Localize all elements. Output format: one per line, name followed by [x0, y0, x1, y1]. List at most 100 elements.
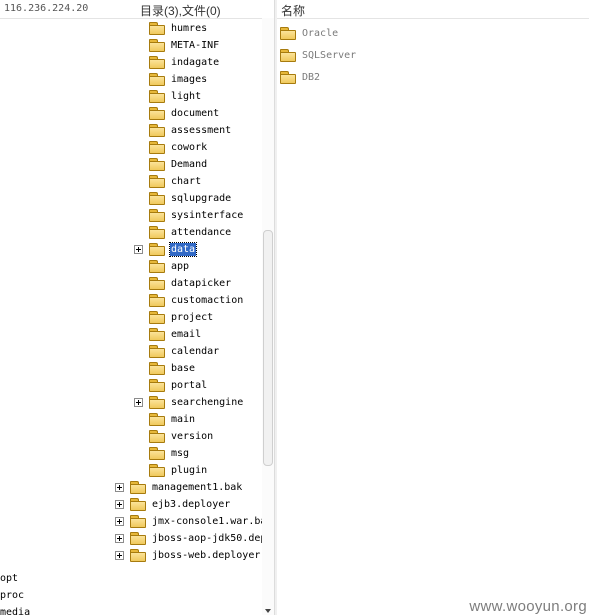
folder-icon	[280, 70, 296, 84]
folder-icon	[149, 39, 165, 52]
tree-folder-item[interactable]: jboss-web.deployer	[115, 547, 261, 564]
file-list-item[interactable]: SQLServer	[280, 46, 357, 64]
tree-folder-item[interactable]: META-INF	[149, 37, 220, 54]
file-list-item[interactable]: Oracle	[280, 24, 339, 42]
folder-label: indagate	[171, 57, 220, 68]
tree-folder-item[interactable]: base	[149, 360, 196, 377]
host-ip-label: 116.236.224.20	[4, 3, 89, 14]
folder-label: images	[171, 74, 208, 85]
folder-label: sysinterface	[171, 210, 244, 221]
tree-folder-item[interactable]: app	[149, 258, 190, 275]
scrollbar-thumb[interactable]	[263, 230, 273, 466]
folder-label: META-INF	[171, 40, 220, 51]
folder-icon	[149, 430, 165, 443]
folder-label: jmx-console1.war.bak	[152, 516, 273, 527]
file-list-item-label: Oracle	[302, 27, 339, 39]
tree-folder-item[interactable]: images	[149, 71, 208, 88]
folder-icon	[149, 328, 165, 341]
folder-label: assessment	[171, 125, 232, 136]
scroll-down-arrow-icon[interactable]	[265, 609, 271, 613]
folder-label: version	[171, 431, 214, 442]
folder-label: searchengine	[171, 397, 244, 408]
tree-folder-item[interactable]: jmx-console1.war.bak	[115, 513, 273, 530]
folder-label: base	[171, 363, 196, 374]
tree-folder-item[interactable]: Demand	[149, 156, 208, 173]
folder-icon	[149, 277, 165, 290]
expand-plus-icon[interactable]	[115, 517, 124, 526]
folder-icon	[149, 56, 165, 69]
expand-plus-icon[interactable]	[115, 500, 124, 509]
folder-icon	[130, 549, 146, 562]
tree-folder-item[interactable]: main	[149, 411, 196, 428]
folder-label: customaction	[171, 295, 244, 306]
tree-folder-item[interactable]: chart	[149, 173, 202, 190]
folder-icon	[280, 48, 296, 62]
tree-scrollbar[interactable]	[262, 18, 274, 615]
folder-icon	[149, 379, 165, 392]
folder-label: sqlupgrade	[171, 193, 232, 204]
folder-label: plugin	[171, 465, 208, 476]
tree-folder-item[interactable]: customaction	[149, 292, 244, 309]
tree-folder-item[interactable]: version	[149, 428, 214, 445]
folder-icon	[149, 107, 165, 120]
tree-folder-item[interactable]: searchengine	[134, 394, 244, 411]
folder-icon	[130, 515, 146, 528]
folder-label: main	[171, 414, 196, 425]
folder-icon	[130, 481, 146, 494]
tree-folder-item[interactable]: sqlupgrade	[149, 190, 232, 207]
tree-folder-item[interactable]: calendar	[149, 343, 220, 360]
folder-label: attendance	[171, 227, 232, 238]
tree-folder-item[interactable]: humres	[149, 20, 208, 37]
folder-icon	[130, 498, 146, 511]
folder-label: msg	[171, 448, 190, 459]
name-column-header[interactable]: 名称	[281, 2, 305, 19]
folder-label: management1.bak	[152, 482, 243, 493]
tree-folder-item[interactable]: cowork	[149, 139, 208, 156]
tree-folder-item[interactable]: assessment	[149, 122, 232, 139]
tree-folder-item[interactable]: email	[149, 326, 202, 343]
folder-label: project	[171, 312, 214, 323]
file-list-item[interactable]: DB2	[280, 68, 321, 86]
tree-folder-item[interactable]: msg	[149, 445, 190, 462]
tree-folder-item[interactable]: jboss-aop-jdk50.deployer	[115, 530, 274, 547]
folder-icon	[149, 175, 165, 188]
folder-icon	[149, 158, 165, 171]
folder-label: email	[171, 329, 202, 340]
tree-folder-item[interactable]: ejb3.deployer	[115, 496, 231, 513]
tree-folder-item[interactable]: data	[134, 241, 198, 258]
root-tree-item[interactable]: media	[0, 607, 30, 615]
tree-folder-item[interactable]: management1.bak	[115, 479, 243, 496]
folder-icon	[130, 532, 146, 545]
folder-icon	[149, 226, 165, 239]
folder-label: humres	[171, 23, 208, 34]
expand-plus-icon[interactable]	[134, 245, 143, 254]
tree-folder-item[interactable]: portal	[149, 377, 208, 394]
expand-plus-icon[interactable]	[115, 483, 124, 492]
folder-icon	[149, 362, 165, 375]
file-list-item-label: SQLServer	[302, 49, 357, 61]
tree-folder-item[interactable]: document	[149, 105, 220, 122]
tree-folder-item[interactable]: attendance	[149, 224, 232, 241]
file-list-item-label: DB2	[302, 71, 321, 83]
folder-label: light	[171, 91, 202, 102]
expand-plus-icon[interactable]	[115, 534, 124, 543]
folder-icon	[149, 192, 165, 205]
watermark: www.wooyun.org	[469, 598, 587, 615]
root-tree-item[interactable]: opt	[0, 573, 18, 584]
expand-plus-icon[interactable]	[115, 551, 124, 560]
tree-folder-item[interactable]: indagate	[149, 54, 220, 71]
tree-folder-item[interactable]: datapicker	[149, 275, 232, 292]
tree-folder-item[interactable]: plugin	[149, 462, 208, 479]
folder-label: data	[168, 242, 198, 257]
folder-label: app	[171, 261, 190, 272]
root-tree-item[interactable]: proc	[0, 590, 24, 601]
tree-folder-item[interactable]: sysinterface	[149, 207, 244, 224]
header-bar: 116.236.224.20 目录(3),文件(0) 名称	[0, 0, 589, 19]
folder-icon	[149, 22, 165, 35]
folder-label: jboss-web.deployer	[152, 550, 261, 561]
tree-folder-item[interactable]: light	[149, 88, 202, 105]
folder-icon	[149, 294, 165, 307]
tree-folder-item[interactable]: project	[149, 309, 214, 326]
expand-plus-icon[interactable]	[134, 398, 143, 407]
folder-icon	[149, 311, 165, 324]
